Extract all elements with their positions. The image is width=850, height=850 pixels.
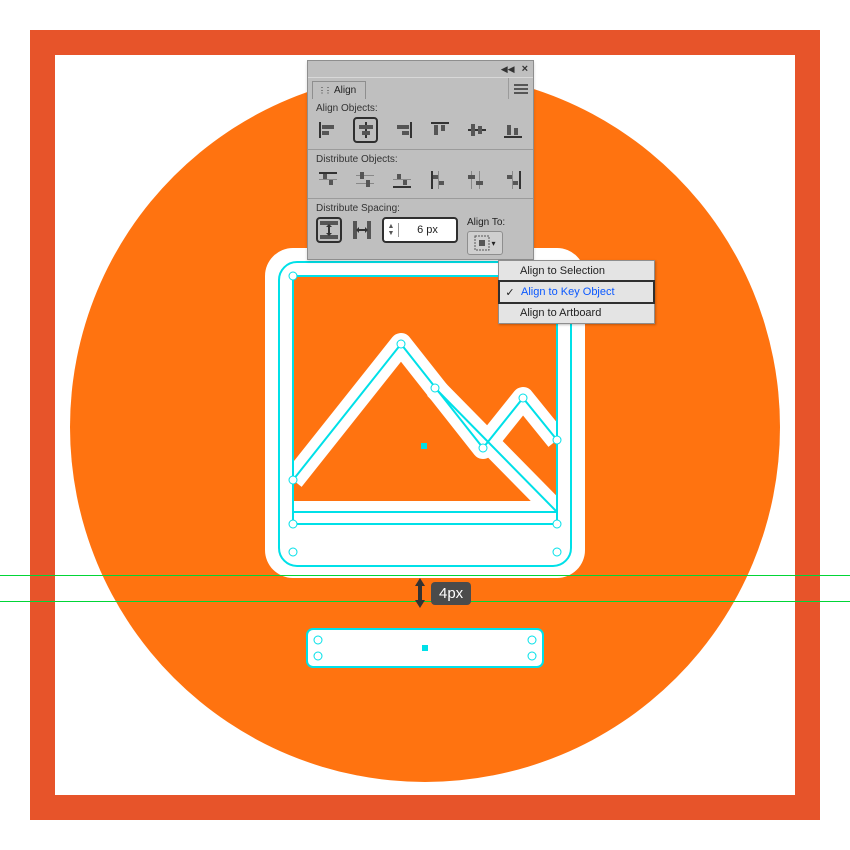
align-to-group: Align To: ▾ [467, 217, 527, 255]
align-to-label: Align To: [467, 217, 527, 228]
menu-item-align-artboard[interactable]: Align to Artboard [499, 303, 654, 323]
measurement-badge: 4px [431, 582, 471, 605]
distribute-v-center-icon[interactable] [353, 168, 377, 192]
menu-item-align-selection[interactable]: Align to Selection [499, 261, 654, 281]
align-left-icon[interactable] [316, 118, 340, 142]
distribute-right-icon[interactable] [501, 168, 525, 192]
close-icon[interactable]: × [522, 63, 528, 75]
key-object-icon [474, 235, 490, 251]
section-label: Align Objects: [316, 103, 525, 114]
panel-menu-button[interactable] [508, 78, 533, 99]
align-right-icon[interactable] [391, 118, 415, 142]
menu-item-align-key-object[interactable]: ✓ Align to Key Object [498, 280, 655, 304]
section-label: Distribute Spacing: [316, 203, 525, 214]
panel-titlebar[interactable]: ◀◀ × [308, 61, 533, 77]
hamburger-icon [514, 84, 528, 94]
distribute-left-icon[interactable] [427, 168, 451, 192]
tab-label: Align [334, 85, 356, 96]
distribute-top-icon[interactable] [316, 168, 340, 192]
spacing-value: 6 px [399, 224, 456, 236]
horizontal-guide [0, 575, 850, 576]
menu-item-label: Align to Artboard [520, 307, 601, 319]
horizontal-spacing-icon[interactable] [350, 218, 374, 242]
align-h-center-icon[interactable] [353, 117, 379, 143]
selected-small-rect[interactable] [306, 628, 544, 671]
align-panel[interactable]: ◀◀ × ⋮⋮ Align Align Objects: [307, 60, 534, 260]
vertical-spacing-icon[interactable] [316, 217, 342, 243]
align-v-center-icon[interactable] [465, 118, 489, 142]
tab-align[interactable]: ⋮⋮ Align [312, 81, 366, 99]
menu-item-label: Align to Key Object [521, 286, 615, 298]
collapse-icon[interactable]: ◀◀ [501, 64, 515, 75]
section-align-objects: Align Objects: [308, 99, 533, 149]
reorder-icon: ⋮⋮ [318, 86, 330, 95]
stepper-icon[interactable]: ▲▼ [384, 223, 399, 237]
panel-tabs: ⋮⋮ Align [308, 77, 533, 99]
canvas[interactable]: 4px ◀◀ × ⋮⋮ Align Align Objects: [0, 0, 850, 850]
menu-item-label: Align to Selection [520, 265, 605, 277]
section-distribute-objects: Distribute Objects: [308, 149, 533, 198]
check-icon: ✓ [504, 286, 516, 299]
align-top-icon[interactable] [428, 118, 452, 142]
section-distribute-spacing: Distribute Spacing: ▲▼ 6 px Align To: ▾ [308, 198, 533, 259]
distribute-bottom-icon[interactable] [390, 168, 414, 192]
align-to-menu[interactable]: Align to Selection ✓ Align to Key Object… [498, 260, 655, 324]
section-label: Distribute Objects: [316, 154, 525, 165]
double-arrow-icon [413, 578, 427, 608]
chevron-down-icon: ▾ [491, 239, 495, 248]
spacing-value-field[interactable]: ▲▼ 6 px [382, 217, 458, 243]
spacing-measurement: 4px [413, 578, 471, 608]
align-to-dropdown[interactable]: ▾ [467, 231, 503, 255]
align-bottom-icon[interactable] [501, 118, 525, 142]
distribute-h-center-icon[interactable] [464, 168, 488, 192]
